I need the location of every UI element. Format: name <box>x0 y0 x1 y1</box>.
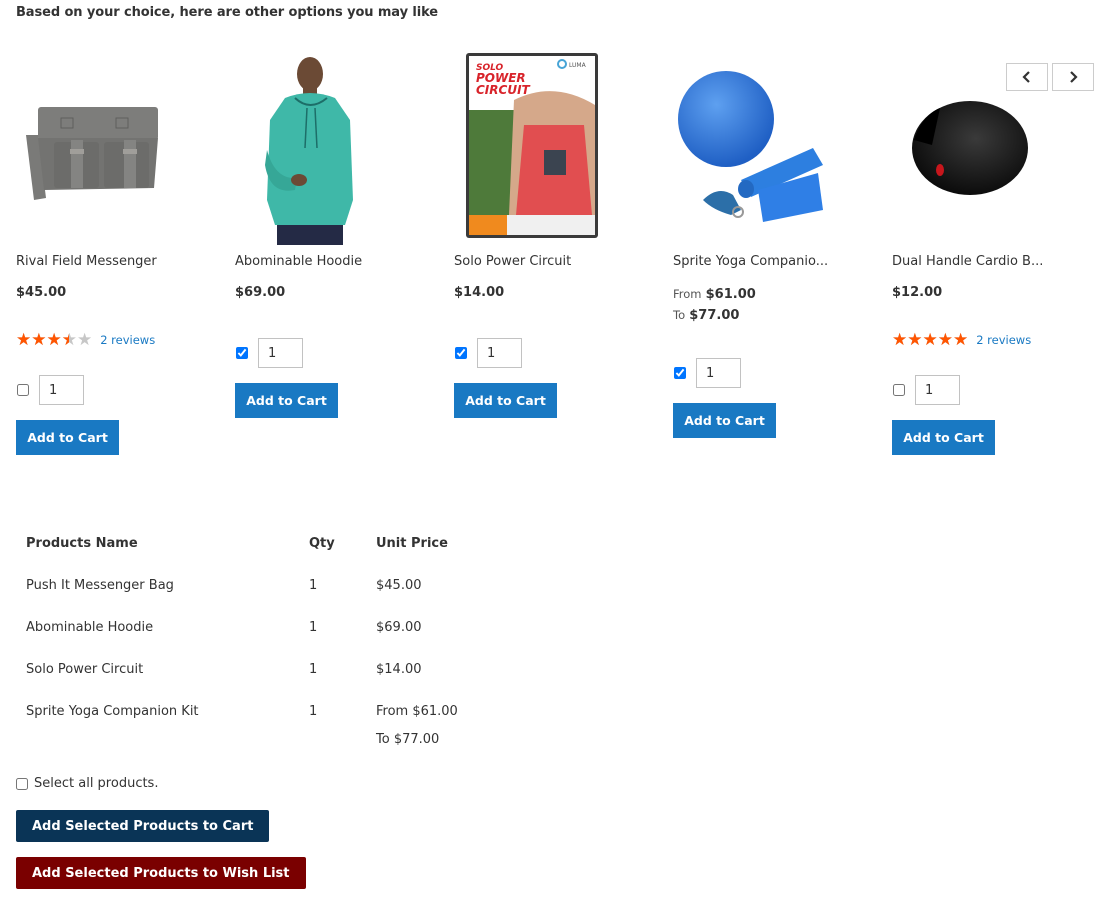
row-product-name: Solo Power Circuit <box>26 662 144 677</box>
select-row <box>235 338 303 368</box>
product-card: Rival Field Messenger $45.00 ★★★★★ ★★★★★… <box>16 50 226 470</box>
row-product-name: Sprite Yoga Companion Kit <box>26 704 199 719</box>
row-qty: 1 <box>309 662 318 677</box>
star-icons-filled: ★★★★★ <box>16 331 69 349</box>
svg-text:CIRCUIT: CIRCUIT <box>476 83 531 97</box>
product-select-checkbox[interactable] <box>674 367 686 379</box>
row-price: $45.00 <box>376 578 422 593</box>
product-price: $45.00 <box>16 285 67 300</box>
product-name[interactable]: Sprite Yoga Companio... <box>673 254 828 269</box>
row-product-name: Abominable Hoodie <box>26 620 154 635</box>
price-from: From $61.00 <box>673 287 756 302</box>
cardio-ball-image[interactable] <box>892 50 1072 245</box>
header-qty: Qty <box>309 536 335 551</box>
add-to-cart-button[interactable]: Add to Cart <box>673 403 776 438</box>
star-icons-filled: ★★★★★ <box>892 331 969 349</box>
reviews-link[interactable]: 2 reviews <box>976 333 1031 347</box>
product-card: Abominable Hoodie $69.00 Add to Cart <box>235 50 445 470</box>
qty-input[interactable] <box>39 375 84 405</box>
row-qty: 1 <box>309 578 318 593</box>
add-to-cart-button[interactable]: Add to Cart <box>892 420 995 455</box>
rating-stars: ★★★★★ ★★★★★ <box>892 331 968 349</box>
select-all-label: Select all products. <box>34 776 159 791</box>
select-all-checkbox[interactable] <box>16 777 28 790</box>
product-name[interactable]: Abominable Hoodie <box>235 254 362 269</box>
product-card: SOLO POWER CIRCUIT LUMA Solo Power Circu… <box>454 50 664 470</box>
row-qty: 1 <box>309 620 318 635</box>
qty-input[interactable] <box>915 375 960 405</box>
row-price: $69.00 <box>376 620 422 635</box>
qty-input[interactable] <box>258 338 303 368</box>
select-row <box>454 338 522 368</box>
header-products-name: Products Name <box>26 536 138 551</box>
select-row <box>673 358 741 388</box>
product-select-checkbox[interactable] <box>17 384 29 396</box>
section-heading: Based on your choice, here are other opt… <box>16 5 439 20</box>
svg-text:LUMA: LUMA <box>569 62 587 69</box>
header-unit-price: Unit Price <box>376 536 448 551</box>
product-price: $14.00 <box>454 285 505 300</box>
product-name[interactable]: Rival Field Messenger <box>16 254 157 269</box>
product-name[interactable]: Dual Handle Cardio B... <box>892 254 1043 269</box>
add-to-cart-button[interactable]: Add to Cart <box>16 420 119 455</box>
row-product-name: Push It Messenger Bag <box>26 578 174 593</box>
hoodie-image[interactable] <box>235 50 415 245</box>
select-row <box>16 375 84 405</box>
row-price-from: From $61.00 <box>376 704 458 719</box>
product-price: $12.00 <box>892 285 943 300</box>
product-card: Sprite Yoga Companio... From $61.00 To $… <box>673 50 883 470</box>
row-price-to: To $77.00 <box>376 732 440 747</box>
select-row <box>892 375 960 405</box>
reviews-link[interactable]: 2 reviews <box>100 333 155 347</box>
yoga-kit-image[interactable] <box>673 50 853 245</box>
product-price-range: From $61.00 To $77.00 <box>673 284 756 326</box>
product-name[interactable]: Solo Power Circuit <box>454 254 571 269</box>
product-rating: ★★★★★ ★★★★★ 2 reviews <box>16 331 155 349</box>
add-to-cart-button[interactable]: Add to Cart <box>235 383 338 418</box>
product-select-checkbox[interactable] <box>236 347 248 359</box>
add-selected-to-wishlist-button[interactable]: Add Selected Products to Wish List <box>16 857 306 889</box>
qty-input[interactable] <box>477 338 522 368</box>
product-select-checkbox[interactable] <box>893 384 905 396</box>
row-price-range: From $61.00 To $77.00 <box>376 704 458 747</box>
price-to: To $77.00 <box>673 308 740 323</box>
row-price: $14.00 <box>376 662 422 677</box>
product-carousel: Rival Field Messenger $45.00 ★★★★★ ★★★★★… <box>0 50 1104 470</box>
dvd-cover-image[interactable]: SOLO POWER CIRCUIT LUMA <box>454 50 634 245</box>
messenger-bag-image[interactable] <box>16 50 196 245</box>
select-all-control[interactable]: Select all products. <box>16 776 158 791</box>
rating-stars: ★★★★★ ★★★★★ <box>16 331 92 349</box>
qty-input[interactable] <box>696 358 741 388</box>
row-qty: 1 <box>309 704 318 719</box>
product-rating: ★★★★★ ★★★★★ 2 reviews <box>892 331 1031 349</box>
add-selected-to-cart-button[interactable]: Add Selected Products to Cart <box>16 810 270 842</box>
add-to-cart-button[interactable]: Add to Cart <box>454 383 557 418</box>
product-card: Dual Handle Cardio B... $12.00 ★★★★★ ★★★… <box>892 50 1102 470</box>
product-price: $69.00 <box>235 285 286 300</box>
product-select-checkbox[interactable] <box>455 347 467 359</box>
